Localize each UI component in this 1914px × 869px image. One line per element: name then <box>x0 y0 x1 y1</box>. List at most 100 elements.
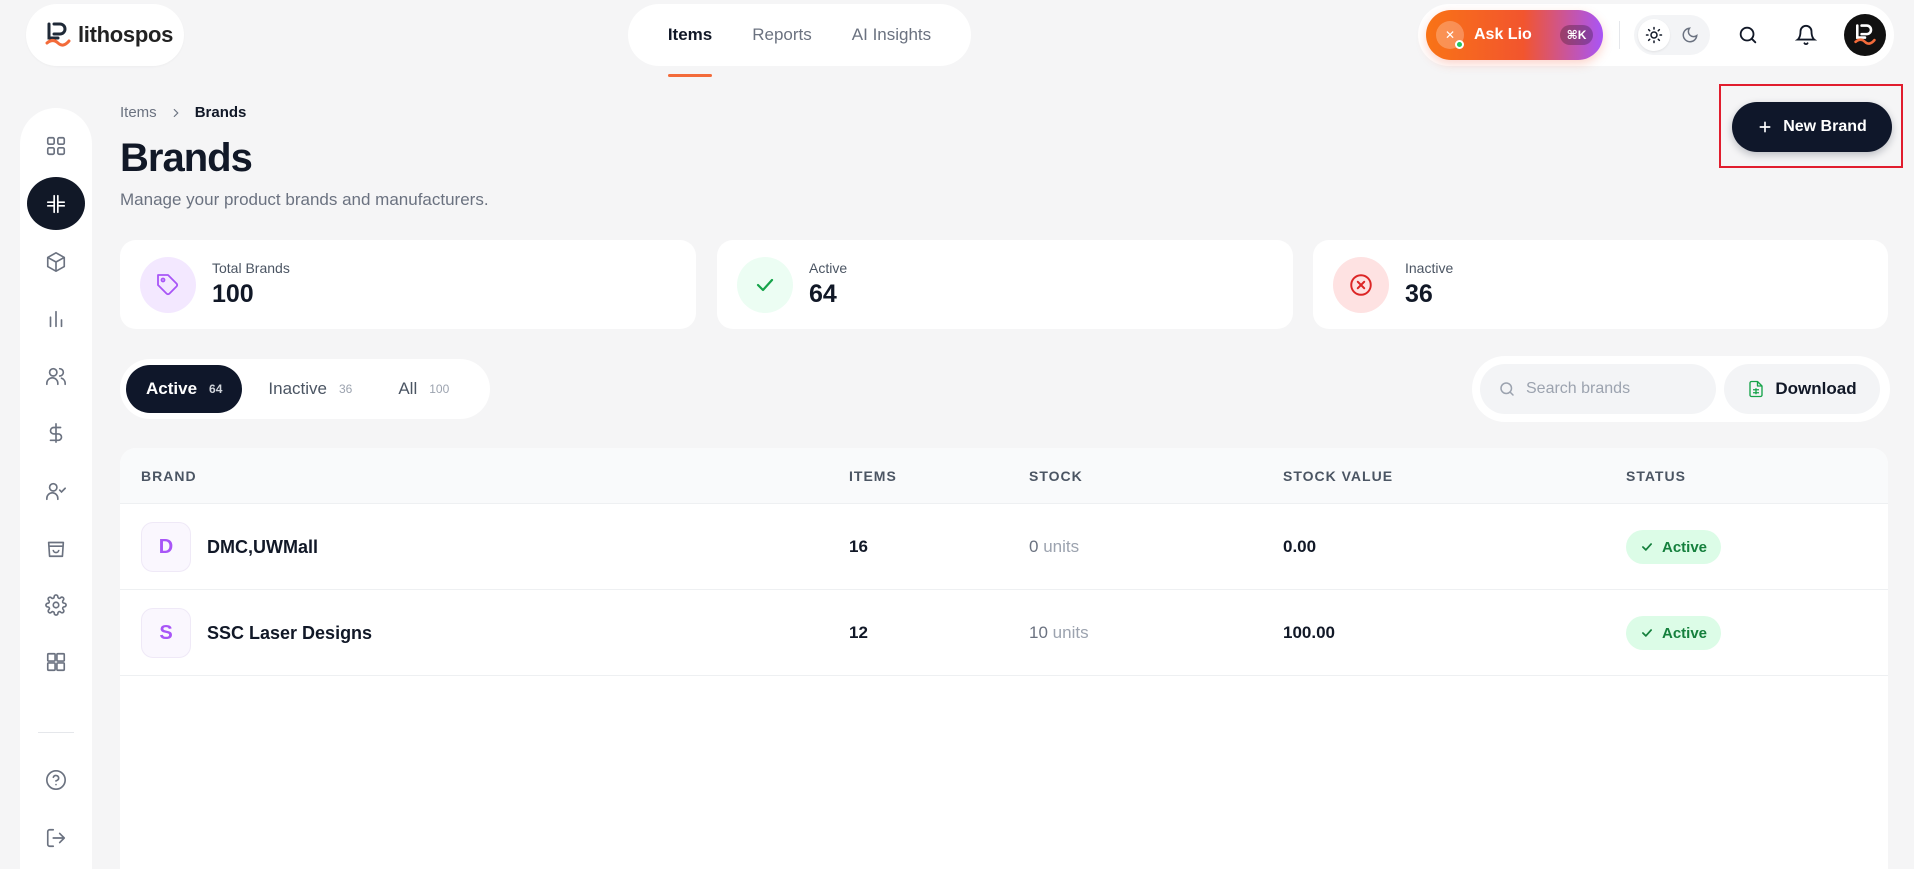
logo-text: lithospos <box>78 22 174 47</box>
top-nav: Items Reports AI Insights <box>628 4 971 77</box>
check-icon <box>1642 629 1652 637</box>
download-label: Download <box>1775 379 1857 398</box>
divider <box>1619 21 1621 49</box>
brand-cell: D DMC,UWMall <box>141 504 318 590</box>
grid-icon <box>46 136 66 155</box>
users-icon <box>46 368 66 386</box>
bell-icon[interactable] <box>1786 15 1826 55</box>
sidebar-item-finance[interactable] <box>27 408 85 459</box>
spreadsheet-icon <box>1749 380 1764 398</box>
sidebar-item-help[interactable] <box>27 755 85 806</box>
check-icon <box>737 256 793 313</box>
tag-icon <box>140 256 196 313</box>
user-avatar[interactable] <box>1844 14 1886 56</box>
search-icon[interactable] <box>1728 15 1768 55</box>
tab-reports[interactable]: Reports <box>752 25 812 45</box>
filter-tab-active[interactable]: Active 64 <box>126 365 243 413</box>
table-header: BRAND ITEMS STOCK STOCK VALUE STATUS <box>120 448 1888 504</box>
tab-ai-insights[interactable]: AI Insights <box>852 25 931 45</box>
sidebar-divider <box>38 731 74 733</box>
table-row[interactable]: S SSC Laser Designs 12 10 units 100.00 A… <box>120 590 1888 676</box>
table-row[interactable]: D DMC,UWMall 16 0 units 0.00 Active <box>120 504 1888 590</box>
column-header-items[interactable]: ITEMS <box>849 468 897 484</box>
search-input[interactable] <box>1526 380 1686 398</box>
brand-initial-badge: D <box>141 522 191 572</box>
gear-icon <box>45 594 67 616</box>
avatar-logo-icon <box>1854 24 1876 45</box>
stat-card-inactive: Inactive 36 <box>1313 240 1888 329</box>
column-header-stock-value[interactable]: STOCK VALUE <box>1283 468 1393 484</box>
moon-icon[interactable] <box>1674 19 1706 51</box>
ask-lio-button[interactable]: ✕ Ask Lio ⌘K <box>1426 10 1604 60</box>
ask-lio-label: Ask Lio <box>1474 26 1532 43</box>
status-badge: Active <box>1626 530 1722 564</box>
assistant-close-icon: ✕ <box>1436 21 1464 49</box>
status-badge: Active <box>1626 616 1722 650</box>
stock-cell: 0 units <box>1029 504 1079 590</box>
search-field[interactable] <box>1480 364 1716 414</box>
search-icon <box>1500 382 1514 396</box>
tab-items[interactable]: Items <box>667 25 713 77</box>
page-subtitle: Manage your product brands and manufactu… <box>120 190 489 209</box>
items-count: 16 <box>849 537 868 556</box>
sidebar-item-items[interactable] <box>27 177 85 231</box>
new-brand-button[interactable]: New Brand <box>1732 102 1892 152</box>
sidebar-item-analytics[interactable] <box>27 293 85 344</box>
brand-initial-badge: S <box>141 608 191 658</box>
stock-unit: units <box>1052 623 1089 642</box>
download-button[interactable]: Download <box>1724 364 1880 414</box>
items-icon <box>46 194 66 213</box>
column-header-stock[interactable]: STOCK <box>1029 468 1083 484</box>
stat-value: 64 <box>809 280 837 308</box>
toolbar: Download <box>1472 356 1890 422</box>
breadcrumb-items-link[interactable]: Items <box>120 104 157 121</box>
apps-icon <box>46 653 66 672</box>
filter-tab-all[interactable]: All 100 <box>378 365 469 413</box>
breadcrumb-current: Brands <box>194 104 247 121</box>
sidebar-item-logout[interactable] <box>27 812 85 863</box>
breadcrumb: Items Brands <box>120 104 246 121</box>
sidebar-item-dashboard[interactable] <box>27 120 85 171</box>
sidebar-item-customers[interactable] <box>27 351 85 402</box>
stock-value: 0.00 <box>1283 537 1317 556</box>
sidebar-item-orders[interactable] <box>27 522 85 573</box>
filter-tab-inactive[interactable]: Inactive 36 <box>248 365 372 413</box>
stat-card-active: Active 64 <box>717 240 1293 329</box>
sidebar-item-staff[interactable] <box>27 465 85 516</box>
column-header-brand[interactable]: BRAND <box>141 468 197 484</box>
page-title: Brands <box>120 136 253 180</box>
sun-icon[interactable] <box>1638 19 1671 51</box>
stat-value: 36 <box>1405 280 1433 308</box>
filter-tab-label: All <box>398 379 418 398</box>
check-icon <box>1642 543 1652 551</box>
logo[interactable]: lithospos <box>26 4 184 66</box>
brand-cell: S SSC Laser Designs <box>141 590 372 676</box>
sidebar-item-products[interactable] <box>27 236 85 287</box>
shopping-bag-icon <box>47 541 65 557</box>
stat-card-total: Total Brands 100 <box>120 240 696 329</box>
column-header-status[interactable]: STATUS <box>1626 468 1686 484</box>
plus-icon <box>1759 121 1771 133</box>
online-indicator <box>1455 40 1464 49</box>
brand-name[interactable]: SSC Laser Designs <box>207 623 372 644</box>
bar-chart-icon <box>49 310 63 328</box>
stat-value: 100 <box>212 280 254 308</box>
sidebar-item-settings[interactable] <box>27 579 85 630</box>
status-label: Active <box>1662 624 1708 642</box>
x-circle-icon <box>1333 256 1389 313</box>
header-actions: ✕ Ask Lio ⌘K <box>1418 4 1894 66</box>
stock-amount: 0 <box>1029 537 1039 556</box>
status-cell: Active <box>1626 590 1722 676</box>
theme-toggle <box>1634 15 1711 55</box>
status-cell: Active <box>1626 504 1722 590</box>
new-brand-label: New Brand <box>1783 118 1867 135</box>
filter-tab-label: Active <box>146 379 198 398</box>
filter-tab-count: 36 <box>338 382 353 396</box>
stat-label: Total Brands <box>212 260 290 276</box>
help-icon <box>46 770 66 791</box>
shortcut-badge: ⌘K <box>1559 25 1594 45</box>
stock-unit: units <box>1043 537 1080 556</box>
brand-name[interactable]: DMC,UWMall <box>207 537 318 558</box>
stock-cell: 10 units <box>1029 590 1089 676</box>
sidebar-item-apps[interactable] <box>27 637 85 688</box>
